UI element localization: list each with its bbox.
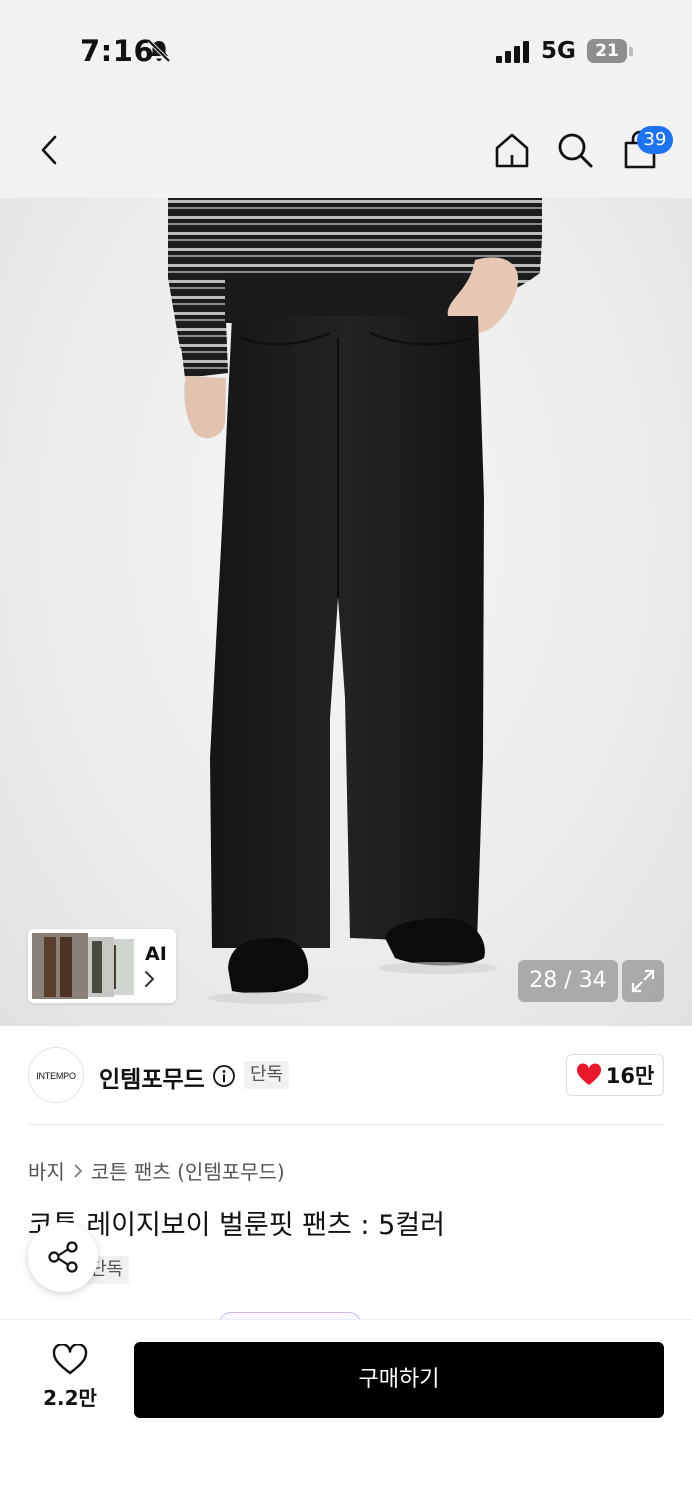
cart-count-badge: 39 [637,126,673,154]
search-button[interactable] [553,128,597,172]
exclusive-badge: 단독 [244,1061,290,1089]
nav-bar [0,100,692,198]
buy-button[interactable]: 구매하기 [134,1342,664,1418]
share-icon [48,1241,78,1273]
heart-filled-icon [576,1063,601,1085]
wishlist-button[interactable]: 2.2만 [30,1344,110,1418]
wishlist-count: 2.2만 [43,1386,97,1410]
battery-cap [629,47,633,56]
heart-outline-icon [52,1344,88,1375]
silent-bell-icon [147,39,171,63]
brand-like-count: 16만 [605,1064,655,1088]
home-button[interactable] [490,128,534,172]
chevron-left-icon [41,135,57,165]
divider [28,1124,664,1125]
ai-recommend-card[interactable]: AI [28,929,176,1003]
signal-icon [496,41,529,63]
breadcrumb: 바지 코튼 팬츠 (인템포무드) [28,1156,285,1185]
chevron-right-icon [74,1163,82,1178]
brand-like-button[interactable]: 16만 [566,1054,664,1096]
home-icon [495,133,529,168]
battery-icon: 21 [587,39,627,63]
status-bar: 7:16 5G 21 [0,0,692,100]
search-icon [558,133,593,168]
ai-label: AI [145,943,167,965]
product-image-gallery[interactable]: AI 28 / 34 [0,198,692,1026]
info-icon[interactable] [212,1064,236,1088]
brand-logo[interactable]: INTEMPO [28,1047,84,1103]
network-type: 5G [541,38,576,64]
status-time: 7:16 [80,34,155,68]
chevron-right-icon [145,971,154,987]
ai-thumbnail-images [32,933,134,999]
share-button[interactable] [28,1222,98,1292]
breadcrumb-category[interactable]: 바지 [28,1156,65,1185]
brand-name[interactable]: 인템포무드 [99,1060,205,1094]
back-button[interactable] [28,128,72,172]
expand-icon [631,969,655,993]
breadcrumb-subcategory[interactable]: 코튼 팬츠 (인템포무드) [91,1156,285,1185]
product-photo [168,198,542,1004]
image-counter: 28 / 34 [518,960,618,1002]
expand-button[interactable] [622,960,664,1002]
